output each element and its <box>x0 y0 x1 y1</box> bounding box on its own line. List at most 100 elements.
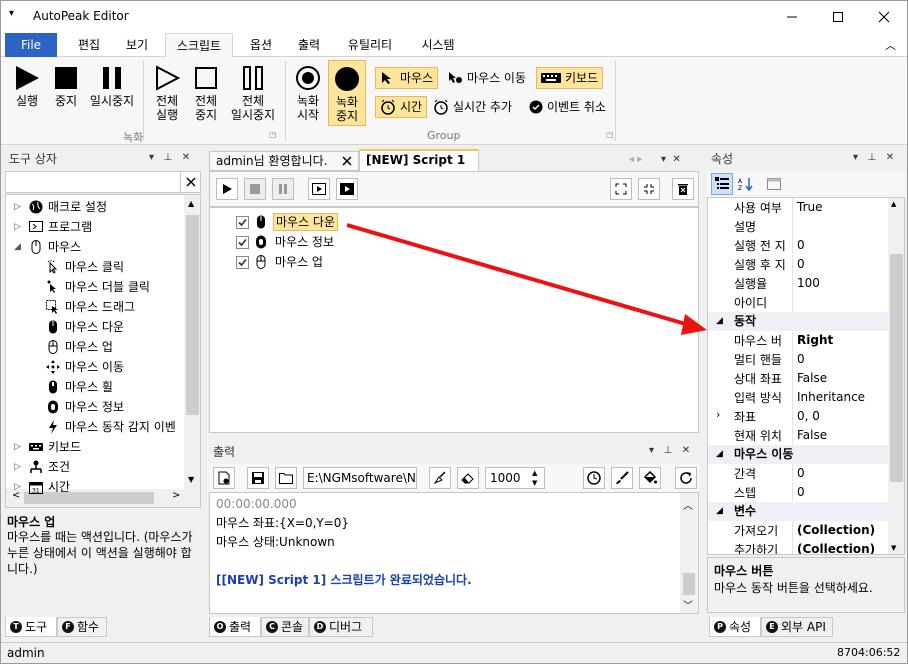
property-row[interactable]: 설명 <box>708 217 888 236</box>
tab-view[interactable]: 보기 <box>117 33 157 57</box>
tab-scroll-arrows[interactable]: ◂ ▸ <box>629 154 642 165</box>
property-row[interactable]: 가져오기 (Collection) <box>708 521 888 540</box>
output-panel-controls[interactable]: ▾ ⊥ ✕ <box>649 445 690 456</box>
alphabetical-button[interactable]: AZ <box>735 173 757 195</box>
tab-console[interactable]: C 콘솔 <box>261 617 309 637</box>
property-vscrollbar[interactable]: ▲ ▼ <box>888 198 904 554</box>
clock-button[interactable] <box>583 467 605 489</box>
tab-options[interactable]: 옵션 <box>241 33 281 57</box>
tab-edit[interactable]: 편집 <box>69 33 109 57</box>
property-row[interactable]: 간격 0 <box>708 464 888 483</box>
expand-arrow-icon[interactable]: ▷ <box>14 477 24 497</box>
collapse-all-button[interactable] <box>638 178 660 200</box>
property-row[interactable]: 입력 방식 Inheritance <box>708 388 888 407</box>
refresh-button[interactable] <box>675 467 697 489</box>
property-row[interactable]: 상대 좌표 False <box>708 369 888 388</box>
property-row[interactable]: 추가하기 (Collection) <box>708 540 888 554</box>
toolbox-panel-controls[interactable]: ▾ ⊥ ✕ <box>149 152 190 163</box>
tree-leaf[interactable]: 마우스 정보 <box>46 397 124 417</box>
tree-node[interactable]: ◢ 마우스 <box>14 237 81 257</box>
pause-button[interactable]: 일시중지 <box>87 65 137 108</box>
properties-panel-controls[interactable]: ▾ ⊥ ✕ <box>853 152 894 163</box>
tab-file[interactable]: File <box>5 33 57 57</box>
tab-output-log[interactable]: O 출력 <box>209 617 261 637</box>
tree-leaf[interactable]: 마우스 동작 감지 이벤 <box>46 417 176 437</box>
delay-stepper[interactable]: 1000 ▲ ▼ <box>485 467 545 489</box>
tab-list-controls[interactable]: ▾ ✕ <box>661 154 681 165</box>
tab-debug[interactable]: D 디버그 <box>309 617 373 637</box>
property-row[interactable]: 실행율 100 <box>708 274 888 293</box>
property-row[interactable]: 아이디 <box>708 293 888 312</box>
fill-button[interactable] <box>639 467 661 489</box>
stop-button[interactable]: 중지 <box>49 65 83 108</box>
close-button[interactable] <box>861 1 907 33</box>
property-row[interactable]: 마우스 버 Right <box>708 331 888 350</box>
script-line[interactable]: 마우스 업 <box>236 252 325 272</box>
realtime-add-button[interactable]: 실시간 추가 <box>429 96 516 118</box>
tree-leaf[interactable]: 마우스 더블 클릭 <box>46 277 150 297</box>
tree-leaf[interactable]: 마우스 드래그 <box>46 297 135 317</box>
property-category[interactable]: ◢ 마우스 이동 <box>708 445 888 464</box>
maximize-button[interactable] <box>815 1 861 33</box>
cleaner-button[interactable] <box>429 467 451 489</box>
delete-button[interactable] <box>672 178 694 200</box>
menu-down-icon[interactable]: ▾ <box>9 8 14 19</box>
property-row[interactable]: 실행 후 지 0 <box>708 255 888 274</box>
expand-arrow-icon[interactable]: ▷ <box>14 457 24 477</box>
expand-arrow-icon[interactable]: ▷ <box>14 437 24 457</box>
tab-output[interactable]: 출력 <box>289 33 329 57</box>
expand-all-button[interactable] <box>610 178 632 200</box>
eraser-button[interactable] <box>457 467 479 489</box>
tab-functions[interactable]: F 함수 <box>57 617 107 637</box>
tree-leaf[interactable]: 마우스 이동 <box>46 357 124 377</box>
clear-search-button[interactable] <box>180 172 200 192</box>
tree-leaf[interactable]: 마우스 휠 <box>46 377 113 397</box>
run-all-button[interactable]: 전체 실행 <box>149 65 185 122</box>
event-cancel-button[interactable]: 이벤트 취소 <box>525 96 610 118</box>
script-stop-button[interactable] <box>244 178 266 200</box>
tree-node[interactable]: ▷ 키보드 <box>14 437 81 457</box>
toolbox-vscrollbar[interactable]: ▲ ▼ <box>184 195 200 489</box>
tree-node[interactable]: ▷ 프로그램 <box>14 217 92 237</box>
categorized-button[interactable] <box>711 173 733 195</box>
keyboard-record-toggle[interactable]: 키보드 <box>536 67 604 89</box>
property-row[interactable]: 스텝 0 <box>708 483 888 502</box>
tab-utility[interactable]: 유틸리티 <box>337 33 403 57</box>
record-start-button[interactable]: 녹화 시작 <box>291 65 325 122</box>
toolbox-search-input[interactable] <box>6 172 178 192</box>
brush-button[interactable] <box>611 467 633 489</box>
record-stop-button[interactable]: 녹화 중지 <box>328 60 366 126</box>
tree-node[interactable]: ▷ 매크로 설정 <box>14 197 107 217</box>
save-log-button[interactable] <box>247 467 269 489</box>
mouse-record-toggle[interactable]: 마우스 <box>375 67 439 89</box>
script-pause-button[interactable] <box>272 178 294 200</box>
script-run-button[interactable] <box>216 178 238 200</box>
new-log-button[interactable] <box>213 467 235 489</box>
tab-properties[interactable]: P 속성 <box>709 617 761 637</box>
tree-leaf[interactable]: 마우스 업 <box>46 337 113 357</box>
pause-all-button[interactable]: 전체 일시중지 <box>227 65 279 122</box>
run-button[interactable]: 실행 <box>9 65 45 108</box>
property-category[interactable]: ◢ 동작 <box>708 312 888 331</box>
expand-arrow-icon[interactable]: ▷ <box>14 197 24 217</box>
checkbox[interactable] <box>236 255 249 269</box>
property-pages-button[interactable] <box>763 173 785 195</box>
run-from-button[interactable] <box>336 178 358 200</box>
property-row[interactable]: 사용 여부 True <box>708 198 888 217</box>
output-vscrollbar[interactable]: ︿ ﹀ <box>680 493 698 613</box>
property-row[interactable]: › 좌표 0, 0 <box>708 407 888 426</box>
expand-arrow-icon[interactable]: ▷ <box>14 217 24 237</box>
log-path-input[interactable] <box>303 467 417 489</box>
tab-external-api[interactable]: E 외부 API <box>761 617 833 637</box>
property-row[interactable]: 실행 전 지 0 <box>708 236 888 255</box>
tab-script-1[interactable]: [NEW] Script 1 <box>359 149 479 171</box>
tree-node[interactable]: ▷ 31 시간 <box>14 477 70 497</box>
tree-leaf[interactable]: 마우스 다운 <box>46 317 124 337</box>
tab-welcome[interactable]: admin님 환영합니다. <box>209 151 359 171</box>
property-row[interactable]: 멀티 핸들 0 <box>708 350 888 369</box>
dialog-launcher-icon[interactable]: ◳ <box>606 130 614 139</box>
open-folder-button[interactable] <box>275 467 297 489</box>
tab-script[interactable]: 스크립트 <box>165 33 233 58</box>
tab-system[interactable]: 시스템 <box>411 33 465 57</box>
script-line[interactable]: 마우스 정보 <box>236 232 336 252</box>
